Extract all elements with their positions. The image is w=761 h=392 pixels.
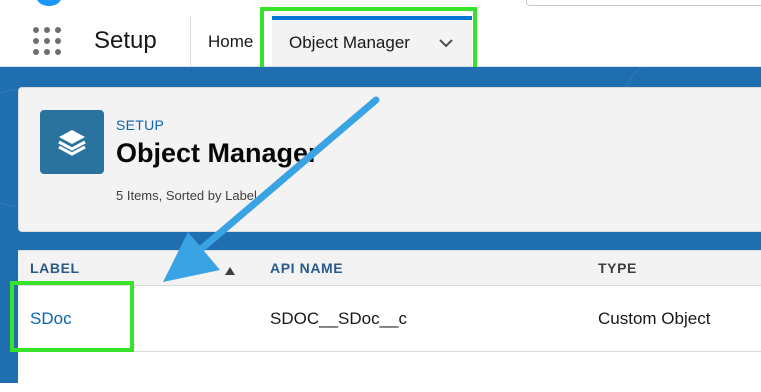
table-row: SDoc SDOC__SDoc__c Custom Object <box>18 286 761 352</box>
salesforce-logo <box>36 0 62 6</box>
column-header-api-name[interactable]: API NAME <box>270 260 343 276</box>
sort-ascending-icon[interactable] <box>225 262 235 280</box>
top-header-strip <box>0 0 761 16</box>
table-row <box>18 352 761 392</box>
navigation-bar: Setup Home Object Manager <box>0 16 761 67</box>
column-header-type[interactable]: TYPE <box>598 260 637 276</box>
page-title: Object Manager <box>116 138 319 168</box>
table-header: LABEL API NAME TYPE <box>18 251 761 286</box>
object-type: Custom Object <box>598 309 711 328</box>
layers-icon <box>40 110 104 174</box>
object-label-link[interactable]: SDoc <box>30 309 72 329</box>
nav-divider <box>190 16 191 66</box>
tab-home[interactable]: Home <box>208 32 253 52</box>
app-name: Setup <box>94 27 157 54</box>
chevron-down-icon[interactable] <box>438 36 454 54</box>
list-meta-info: 5 Items, Sorted by Label <box>116 188 257 203</box>
app-launcher-grid-icon[interactable] <box>33 27 63 57</box>
page-header: SETUP Object Manager 5 Items, Sorted by … <box>18 87 761 232</box>
tab-object-manager-label: Object Manager <box>289 33 410 52</box>
object-api-name: SDOC__SDoc__c <box>270 309 408 328</box>
object-list-table: LABEL API NAME TYPE SDoc SDOC__SDoc__c C… <box>18 250 761 392</box>
breadcrumb[interactable]: SETUP <box>116 117 164 133</box>
column-header-label[interactable]: LABEL <box>30 260 80 276</box>
tab-object-manager[interactable]: Object Manager <box>272 16 472 66</box>
global-search-input[interactable] <box>526 0 761 6</box>
